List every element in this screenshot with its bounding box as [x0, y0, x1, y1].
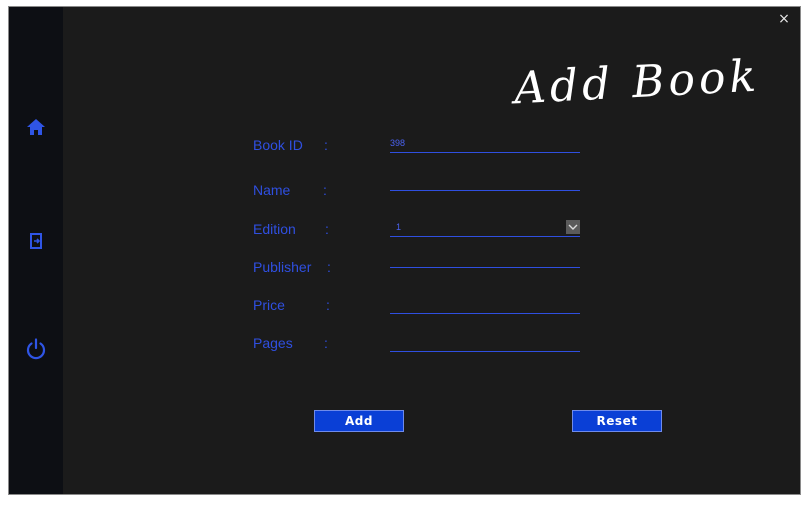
edition-colon: : — [325, 221, 329, 237]
reset-button[interactable]: Reset — [572, 410, 662, 432]
name-field[interactable] — [390, 172, 580, 191]
price-label: Price — [253, 297, 285, 313]
publisher-colon: : — [327, 259, 331, 275]
pages-field[interactable] — [390, 333, 580, 352]
name-label: Name — [253, 182, 291, 198]
name-colon: : — [323, 182, 327, 198]
publisher-label: Publisher — [253, 259, 312, 275]
pages-label: Pages — [253, 335, 293, 351]
app-window: × Add Book Book ID : Name : Edition : 1 … — [8, 6, 801, 495]
close-icon[interactable]: × — [776, 11, 792, 27]
sidebar — [9, 7, 63, 494]
logout-icon[interactable] — [24, 229, 48, 253]
edition-select[interactable]: 1 — [390, 220, 580, 237]
price-colon: : — [326, 297, 330, 313]
page-title: Add Book — [512, 50, 762, 115]
power-icon[interactable] — [24, 337, 48, 361]
edition-value: 1 — [396, 222, 402, 232]
book-id-field[interactable] — [390, 134, 580, 153]
home-icon[interactable] — [24, 115, 48, 139]
publisher-field[interactable] — [390, 249, 580, 268]
pages-colon: : — [324, 335, 328, 351]
chevron-down-icon[interactable] — [566, 220, 580, 234]
price-field[interactable] — [390, 295, 580, 314]
book-id-colon: : — [324, 137, 328, 153]
book-id-label: Book ID — [253, 137, 303, 153]
add-button[interactable]: Add — [314, 410, 404, 432]
edition-label: Edition — [253, 221, 296, 237]
